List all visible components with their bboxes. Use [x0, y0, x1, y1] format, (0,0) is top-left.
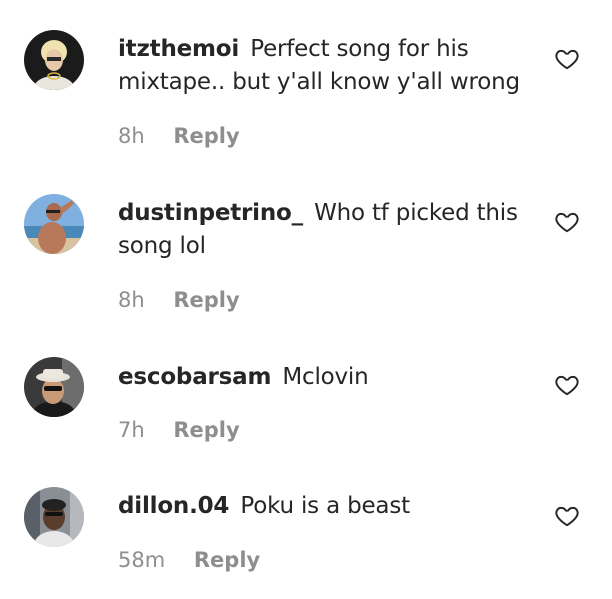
heart-outline-icon[interactable] — [554, 46, 580, 72]
comment-timestamp[interactable]: 8h — [118, 124, 145, 148]
heart-outline-icon[interactable] — [554, 503, 580, 529]
heart-outline-icon[interactable] — [554, 372, 580, 398]
reply-button[interactable]: Reply — [173, 288, 239, 312]
comment-body: Poku is a beast — [240, 493, 410, 519]
comment-meta: 8h Reply — [118, 124, 240, 148]
comment-meta: 7h Reply — [118, 418, 240, 442]
comment-username[interactable]: itzthemoi — [118, 36, 239, 62]
reply-button[interactable]: Reply — [173, 124, 239, 148]
comment-meta: 58m Reply — [118, 548, 260, 572]
comment-timestamp[interactable]: 8h — [118, 288, 145, 312]
comment-timestamp[interactable]: 58m — [118, 548, 165, 572]
comment-body: Mclovin — [282, 364, 369, 390]
reply-button[interactable]: Reply — [173, 418, 239, 442]
avatar[interactable] — [24, 30, 84, 90]
avatar-hat-sunglasses-person-icon — [24, 357, 84, 417]
comment-timestamp[interactable]: 7h — [118, 418, 145, 442]
comment-text-block: itzthemoi Perfect song for his mixtape..… — [118, 33, 538, 99]
comment-meta: 8h Reply — [118, 288, 240, 312]
comment-username[interactable]: escobarsam — [118, 364, 271, 390]
heart-outline-icon[interactable] — [554, 209, 580, 235]
avatar[interactable] — [24, 487, 84, 547]
avatar-blonde-person-icon — [24, 30, 84, 90]
comment-text-block: escobarsam Mclovin — [118, 361, 538, 394]
avatar-crowd-person-icon — [24, 487, 84, 547]
reply-button[interactable]: Reply — [194, 548, 260, 572]
avatar-beach-person-icon — [24, 194, 84, 254]
comment-username[interactable]: dustinpetrino_ — [118, 200, 303, 226]
avatar[interactable] — [24, 194, 84, 254]
comment-text-block: dustinpetrino_ Who tf picked this song l… — [118, 197, 538, 263]
comment-username[interactable]: dillon.04 — [118, 493, 229, 519]
comment-text-block: dillon.04 Poku is a beast — [118, 490, 538, 523]
avatar[interactable] — [24, 357, 84, 417]
